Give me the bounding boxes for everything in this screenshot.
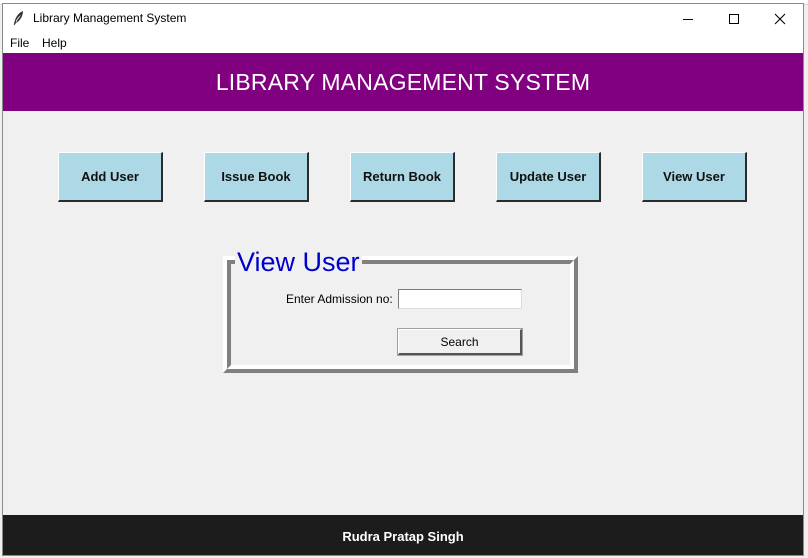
- menu-help[interactable]: Help: [42, 36, 67, 50]
- maximize-icon: [729, 13, 739, 24]
- feather-icon: [12, 10, 26, 26]
- view-user-button[interactable]: View User: [642, 152, 747, 202]
- issue-book-button[interactable]: Issue Book: [204, 152, 309, 202]
- maximize-button[interactable]: [711, 4, 757, 33]
- view-user-frame-title: View User: [235, 246, 362, 278]
- search-button[interactable]: Search: [397, 328, 523, 356]
- footer-bar: Rudra Pratap Singh: [3, 515, 803, 555]
- admission-no-label: Enter Admission no:: [286, 292, 393, 306]
- add-user-button[interactable]: Add User: [58, 152, 163, 202]
- menu-bar: File Help: [3, 33, 803, 53]
- header-banner: LIBRARY MANAGEMENT SYSTEM: [3, 53, 803, 111]
- app-window: Library Management System File Help LIBR…: [2, 3, 804, 556]
- title-bar[interactable]: Library Management System: [3, 4, 803, 33]
- admission-no-input[interactable]: [398, 289, 522, 309]
- minimize-button[interactable]: [665, 4, 711, 33]
- page-title: LIBRARY MANAGEMENT SYSTEM: [215, 68, 591, 95]
- close-icon: [774, 13, 786, 24]
- window-title: Library Management System: [33, 11, 187, 25]
- return-book-button[interactable]: Return Book: [350, 152, 455, 202]
- minimize-icon: [683, 18, 693, 20]
- menu-file[interactable]: File: [10, 36, 29, 50]
- footer-author: Rudra Pratap Singh: [342, 528, 464, 544]
- close-button[interactable]: [757, 4, 803, 33]
- update-user-button[interactable]: Update User: [496, 152, 601, 202]
